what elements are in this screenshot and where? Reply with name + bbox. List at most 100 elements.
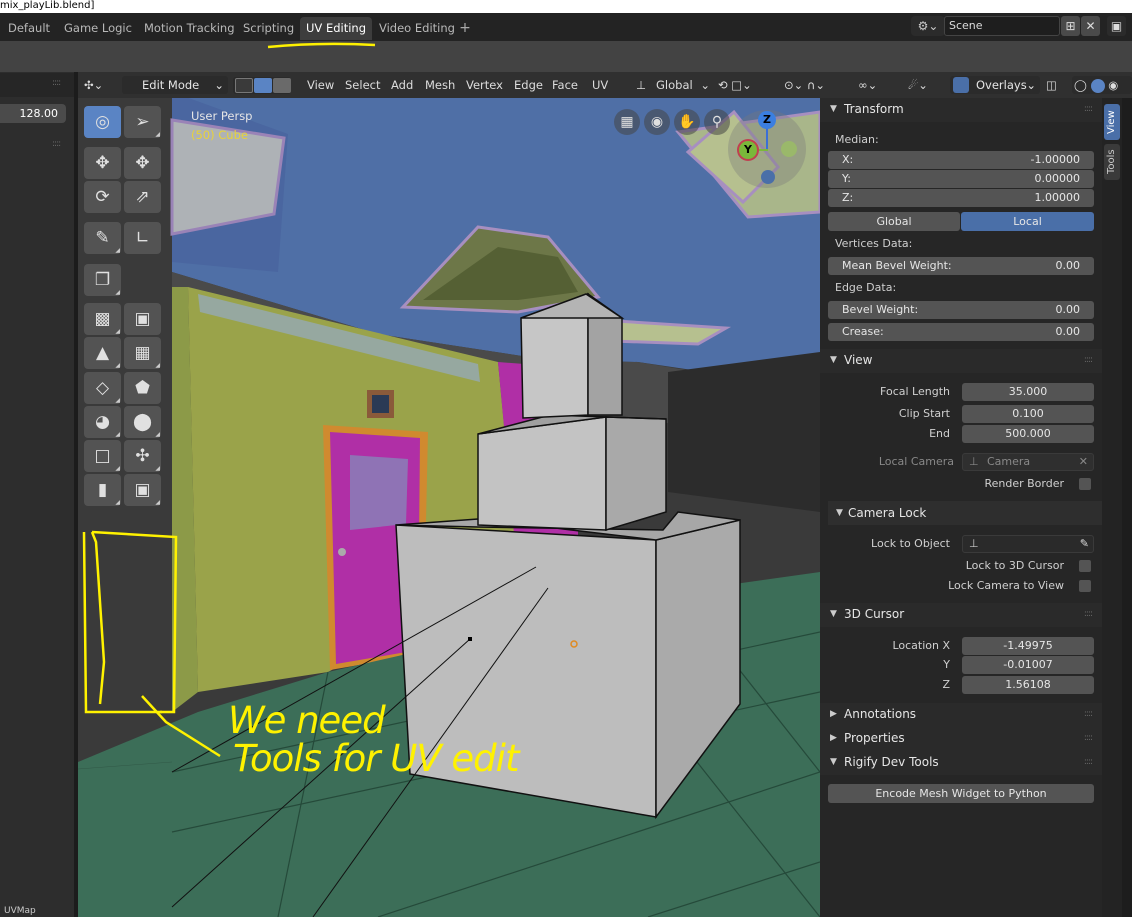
wireframe-shading-icon[interactable]: ◯ <box>1074 78 1087 92</box>
rotate-tool-icon[interactable]: ⟳ <box>84 181 121 213</box>
extrude-region-icon[interactable]: ▩ ◢ <box>84 303 121 335</box>
median-x-field[interactable]: X: -1.00000 <box>828 151 1094 169</box>
menu-mesh[interactable]: Mesh <box>425 76 455 94</box>
uv-value-field[interactable]: 128.00 <box>0 104 66 123</box>
add-workspace-icon[interactable]: + <box>457 17 473 40</box>
encode-mesh-widget-button[interactable]: Encode Mesh Widget to Python <box>828 784 1094 803</box>
local-camera-field[interactable]: ⊥ Camera ✕ <box>962 453 1094 471</box>
properties-panel-header[interactable]: ▶ Properties:::: <box>820 727 1102 751</box>
clear-icon[interactable]: ✕ <box>1079 454 1088 470</box>
global-toggle[interactable]: Global <box>828 212 960 231</box>
annotate-tool-icon[interactable]: ✎ ◢ <box>84 222 121 254</box>
location-z-field[interactable]: 1.56108 <box>962 676 1094 694</box>
local-toggle[interactable]: Local <box>961 212 1094 231</box>
grip-icon[interactable]: :::: <box>1084 751 1093 773</box>
grip-icon[interactable]: :::: <box>52 139 61 149</box>
face-select-icon[interactable] <box>273 78 291 93</box>
pan-view-icon[interactable]: ✋ <box>674 109 700 135</box>
move-tool-icon[interactable]: ✥ <box>84 147 121 179</box>
grip-icon[interactable]: :::: <box>1084 703 1093 725</box>
inset-faces-icon[interactable]: ▣ <box>124 303 161 335</box>
menu-add[interactable]: Add <box>391 76 413 94</box>
viewport-gizmo-icon[interactable]: ∞⌄ <box>858 76 890 94</box>
focal-length-field[interactable]: 35.000 <box>962 383 1094 401</box>
edge-slide-icon[interactable]: □ ◢ <box>84 440 121 472</box>
tab-game-logic[interactable]: Game Logic <box>58 17 138 40</box>
sidebar-tab-view[interactable]: View <box>1104 104 1120 140</box>
clip-start-field[interactable]: 0.100 <box>962 405 1094 423</box>
bevel-tool-icon[interactable]: ▲ ◢ <box>84 337 121 369</box>
editor-type-icon[interactable]: ✣⌄ <box>84 76 114 94</box>
crease-field[interactable]: Crease: 0.00 <box>828 323 1094 341</box>
show-gizmo-icon[interactable]: ☄⌄ <box>908 76 936 94</box>
grip-icon[interactable]: :::: <box>1084 349 1093 371</box>
menu-view[interactable]: View <box>307 76 334 94</box>
gizmo-z-negative[interactable] <box>761 170 775 184</box>
grip-icon[interactable]: :::: <box>1084 603 1093 625</box>
menu-vertex[interactable]: Vertex <box>466 76 503 94</box>
camera-lock-header[interactable]: ▼ Camera Lock <box>828 501 1102 525</box>
median-z-field[interactable]: Z: 1.00000 <box>828 189 1094 207</box>
shrink-fatten-icon[interactable]: ✣ ◢ <box>124 440 161 472</box>
grip-icon[interactable]: :::: <box>52 78 61 88</box>
camera-view-icon[interactable]: ◉ <box>644 109 670 135</box>
gizmo-y-axis[interactable]: Y <box>739 141 757 159</box>
lock-camera-checkbox[interactable] <box>1079 580 1091 592</box>
pivot-snap-icons[interactable]: ⟲ □⌄ <box>718 76 764 94</box>
bevel-weight-field[interactable]: Bevel Weight: 0.00 <box>828 301 1094 319</box>
spin-tool-icon[interactable]: ◕ ◢ <box>84 406 121 438</box>
overlays-dropdown[interactable]: Overlays ⌄ <box>950 76 1040 94</box>
view-layer-icon[interactable]: ▣ <box>1107 16 1126 36</box>
menu-edge[interactable]: Edge <box>514 76 543 94</box>
mean-bevel-field[interactable]: Mean Bevel Weight: 0.00 <box>828 257 1094 275</box>
location-x-field[interactable]: -1.49975 <box>962 637 1094 655</box>
menu-face[interactable]: Face <box>552 76 578 94</box>
orientation-dropdown[interactable]: ⊥ Global ⌄ <box>634 76 710 94</box>
material-shading-icon[interactable]: ◉ <box>1108 78 1118 92</box>
rip-region-icon[interactable]: ▣ ◢ <box>124 474 161 506</box>
knife-tool-icon[interactable]: ◇ ◢ <box>84 372 121 404</box>
solid-shading-icon[interactable] <box>1090 78 1105 93</box>
vertex-select-icon[interactable] <box>235 78 253 93</box>
lock-object-field[interactable]: ⊥ ✎ <box>962 535 1094 553</box>
render-border-checkbox[interactable] <box>1079 478 1091 490</box>
grip-icon[interactable]: :::: <box>1084 727 1093 749</box>
gizmo-x-negative[interactable] <box>781 141 797 157</box>
tab-motion-tracking[interactable]: Motion Tracking <box>138 17 241 40</box>
grid-toggle-icon[interactable]: ▦ <box>614 109 640 135</box>
tab-scripting[interactable]: Scripting <box>237 17 300 40</box>
grip-icon[interactable]: :::: <box>1084 98 1093 120</box>
transform-panel-header[interactable]: ▼ Transform:::: <box>820 98 1102 122</box>
view-panel-header[interactable]: ▼ View:::: <box>820 349 1102 373</box>
mode-dropdown[interactable]: Edit Mode ⌄ <box>122 76 228 94</box>
scale-tool-icon[interactable]: ⇗ <box>124 181 161 213</box>
tab-video-editing[interactable]: Video Editing <box>373 17 461 40</box>
new-scene-icon[interactable]: ⊞ <box>1061 16 1080 36</box>
median-y-field[interactable]: Y: 0.00000 <box>828 170 1094 188</box>
lock-cursor-checkbox[interactable] <box>1079 560 1091 572</box>
poly-build-icon[interactable]: ⬟ <box>124 372 161 404</box>
shear-tool-icon[interactable]: ▮ ◢ <box>84 474 121 506</box>
scene-name-field[interactable]: Scene <box>944 16 1060 36</box>
select-box-icon[interactable]: ➢ ◢ <box>124 106 161 138</box>
cursor-panel-header[interactable]: ▼ 3D Cursor:::: <box>820 603 1102 627</box>
clip-end-field[interactable]: 500.000 <box>962 425 1094 443</box>
delete-scene-icon[interactable]: ✕ <box>1081 16 1100 36</box>
add-cube-icon[interactable]: ❐ ◢ <box>84 264 121 296</box>
rigify-panel-header[interactable]: ▼ Rigify Dev Tools:::: <box>820 751 1102 775</box>
eyedropper-icon[interactable]: ✎ <box>1080 536 1089 552</box>
menu-uv[interactable]: UV <box>592 76 608 94</box>
measure-tool-icon[interactable]: ∟ <box>124 222 161 254</box>
cursor-tool-icon[interactable]: ◎ <box>84 106 121 138</box>
gizmo-z-axis[interactable]: Z <box>758 111 776 129</box>
annotations-panel-header[interactable]: ▶ Annotations:::: <box>820 703 1102 727</box>
edge-select-icon[interactable] <box>254 78 272 93</box>
sidebar-tab-tools[interactable]: Tools <box>1104 144 1120 180</box>
xray-icon[interactable]: ◫ <box>1046 76 1062 94</box>
tab-uv-editing[interactable]: UV Editing <box>300 17 372 40</box>
tab-default[interactable]: Default <box>2 17 56 40</box>
smooth-tool-icon[interactable]: ⬤ ◢ <box>124 406 161 438</box>
proportional-edit-icons[interactable]: ⊙⌄ ∩⌄ <box>784 76 844 94</box>
transform-tool-icon[interactable]: ✥ <box>124 147 161 179</box>
zoom-view-icon[interactable]: ⚲ <box>704 109 730 135</box>
